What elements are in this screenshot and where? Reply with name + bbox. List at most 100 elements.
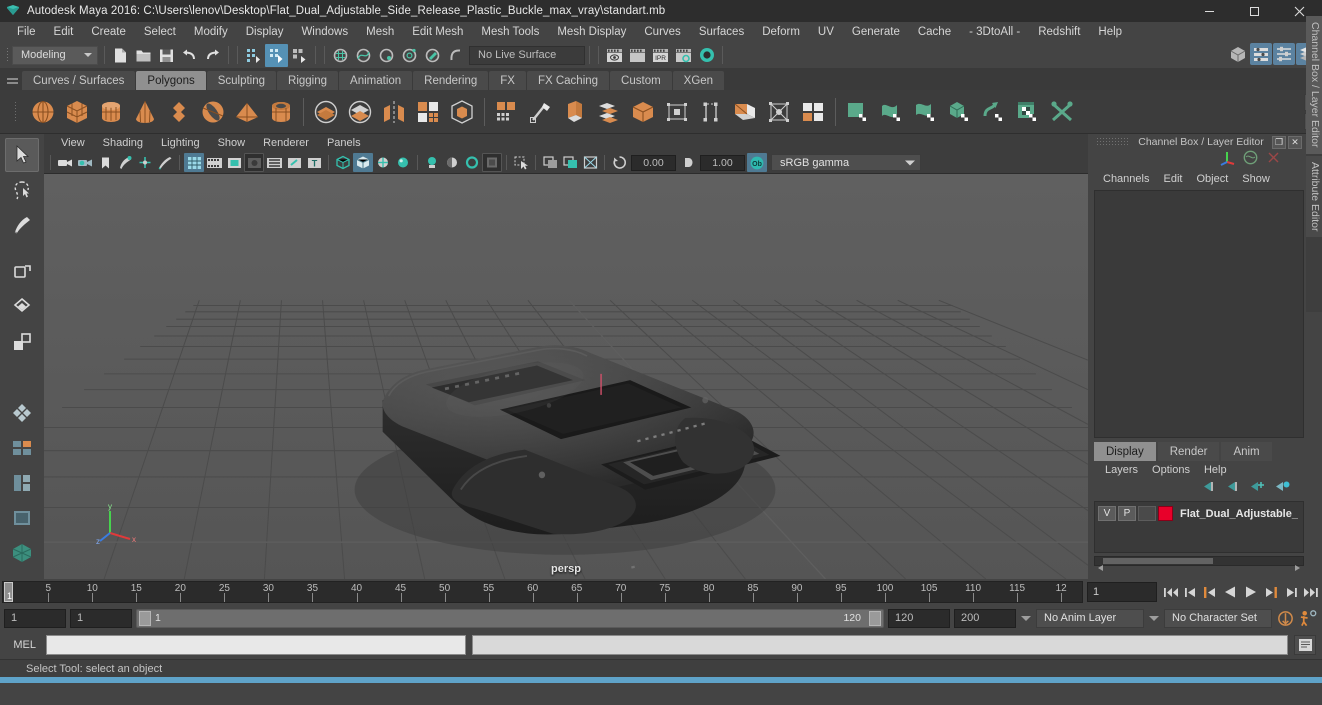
gamma-reset-icon[interactable] xyxy=(678,153,698,172)
planar-mapping-icon[interactable] xyxy=(875,95,909,129)
text-icon[interactable]: T xyxy=(304,153,324,172)
menu-surfaces[interactable]: Surfaces xyxy=(690,22,753,42)
maximize-button[interactable] xyxy=(1232,0,1277,22)
menu-edit[interactable]: Edit xyxy=(45,22,83,42)
polygon-pipe-icon[interactable] xyxy=(264,95,298,129)
select-tool-button[interactable] xyxy=(5,138,39,172)
shelf-tab-curves-surfaces[interactable]: Curves / Surfaces xyxy=(22,71,136,90)
layer-menu-layers[interactable]: Layers xyxy=(1098,464,1145,476)
create-layer-from-selected-icon[interactable] xyxy=(1274,480,1290,498)
uv-transfer-icon[interactable] xyxy=(977,95,1011,129)
select-camera-icon[interactable] xyxy=(55,153,75,172)
step-forward-frame-button[interactable] xyxy=(1261,582,1280,602)
shelf-tab-sculpting[interactable]: Sculpting xyxy=(206,71,277,90)
smooth-icon[interactable] xyxy=(411,95,445,129)
snap-to-projected-center-button[interactable] xyxy=(398,44,421,67)
xray-joints-icon[interactable] xyxy=(560,153,580,172)
isolate-select-icon[interactable] xyxy=(511,153,531,172)
vertical-tab-channel-box[interactable]: Channel Box / Layer Editor xyxy=(1306,16,1322,154)
shelf-icons-grip[interactable] xyxy=(4,90,26,134)
channel-menu-edit[interactable]: Edit xyxy=(1156,173,1189,185)
shelf-tab-fx-caching[interactable]: FX Caching xyxy=(526,71,610,90)
playback-end-field[interactable]: 120 xyxy=(888,608,950,628)
rotate-tool-button[interactable] xyxy=(5,290,39,324)
select-by-hierarchy-button[interactable] xyxy=(242,44,265,67)
shelf-tab-fx[interactable]: FX xyxy=(489,71,526,90)
redo-button[interactable] xyxy=(201,44,224,67)
menu-cache[interactable]: Cache xyxy=(909,22,960,42)
vertical-tab-attribute-editor[interactable]: Attribute Editor xyxy=(1306,155,1322,237)
snap-to-grid-button[interactable] xyxy=(329,44,352,67)
shelf-tab-animation[interactable]: Animation xyxy=(339,71,413,90)
range-end-handle[interactable] xyxy=(869,610,881,626)
polygon-pyramid-icon[interactable] xyxy=(230,95,264,129)
shade-and-wireframe-icon[interactable] xyxy=(373,153,393,172)
merge-icon[interactable] xyxy=(796,95,830,129)
image-plane-icon[interactable] xyxy=(115,153,135,172)
script-editor-button[interactable] xyxy=(1294,635,1316,655)
statusbar-grip[interactable] xyxy=(2,44,12,66)
cylindrical-mapping-icon[interactable] xyxy=(909,95,943,129)
select-by-object-type-button[interactable] xyxy=(265,43,288,67)
menu-3dtoall[interactable]: - 3DtoAll - xyxy=(960,22,1029,42)
combine-icon[interactable] xyxy=(309,95,343,129)
delete-history-icon[interactable] xyxy=(1265,149,1282,171)
play-backwards-button[interactable] xyxy=(1221,582,1240,602)
wireframe-shading-icon[interactable] xyxy=(333,153,353,172)
create-new-layer-icon[interactable] xyxy=(1249,480,1265,498)
time-slider[interactable]: 1 5 10 15 20 25 30 35 40 45 50 55 60 65 70 75 80 85 90 95 1… xyxy=(2,581,1083,603)
undo-button[interactable] xyxy=(178,44,201,67)
color-space-selector[interactable]: sRGB gamma xyxy=(771,154,921,171)
undock-panel-button[interactable]: ❐ xyxy=(1272,135,1286,149)
smooth-shade-all-icon[interactable] xyxy=(353,153,373,172)
close-panel-button[interactable]: ✕ xyxy=(1288,135,1302,149)
camera-attributes-icon[interactable] xyxy=(75,153,95,172)
make-live-button[interactable] xyxy=(444,44,467,67)
hypershade-button[interactable] xyxy=(695,44,718,67)
save-scene-button[interactable] xyxy=(155,44,178,67)
exposure-icon[interactable] xyxy=(284,153,304,172)
viewport-menu-renderer[interactable]: Renderer xyxy=(254,134,318,152)
go-to-start-button[interactable] xyxy=(1161,582,1180,602)
persp-outliner-layout-button[interactable] xyxy=(5,431,39,465)
extrude-icon[interactable] xyxy=(558,95,592,129)
channel-menu-show[interactable]: Show xyxy=(1235,173,1277,185)
sphere-preview-icon[interactable] xyxy=(1242,149,1259,171)
gamma-field[interactable]: 1.00 xyxy=(700,154,745,171)
toggle-modeling-toolkit-button[interactable] xyxy=(1227,43,1249,65)
separate-icon[interactable] xyxy=(343,95,377,129)
insert-edge-loop-icon[interactable] xyxy=(694,95,728,129)
grease-pencil-icon[interactable] xyxy=(155,153,175,172)
automatic-mapping-icon[interactable] xyxy=(943,95,977,129)
polygon-torus-icon[interactable] xyxy=(196,95,230,129)
animation-preferences-button[interactable] xyxy=(1299,608,1318,628)
character-set-field[interactable]: No Character Set xyxy=(1164,608,1272,628)
layer-shading-toggle[interactable] xyxy=(1138,506,1156,521)
mirror-geometry-icon[interactable] xyxy=(377,95,411,129)
boolean-icon[interactable] xyxy=(445,95,479,129)
layer-tab-anim[interactable]: Anim xyxy=(1221,442,1272,461)
channel-menu-channels[interactable]: Channels xyxy=(1096,173,1156,185)
render-settings-button[interactable] xyxy=(672,44,695,67)
offset-edge-loop-icon[interactable] xyxy=(728,95,762,129)
move-layer-up-icon[interactable] xyxy=(1201,480,1216,498)
shelf-tab-custom[interactable]: Custom xyxy=(610,71,672,90)
new-scene-button[interactable] xyxy=(109,44,132,67)
anim-layer-dropdown-arrow[interactable] xyxy=(1020,609,1032,628)
menu-redshift[interactable]: Redshift xyxy=(1029,22,1089,42)
move-tool-button[interactable] xyxy=(5,255,39,289)
command-input[interactable] xyxy=(46,635,466,655)
perspective-viewport[interactable]: y x z persp xyxy=(44,174,1088,579)
anim-layer-field[interactable]: No Anim Layer xyxy=(1036,608,1144,628)
ipr-render-button[interactable]: IPR xyxy=(649,44,672,67)
append-polygon-icon[interactable] xyxy=(660,95,694,129)
paint-select-tool-button[interactable] xyxy=(5,208,39,242)
layer-menu-options[interactable]: Options xyxy=(1145,464,1197,476)
step-back-keyframe-button[interactable] xyxy=(1181,582,1200,602)
snap-to-point-button[interactable] xyxy=(375,44,398,67)
layer-tab-render[interactable]: Render xyxy=(1157,442,1220,461)
persp-graph-layout-button[interactable] xyxy=(5,466,39,500)
textured-icon[interactable] xyxy=(442,153,462,172)
menu-display[interactable]: Display xyxy=(237,22,293,42)
channel-box-content[interactable] xyxy=(1094,190,1304,438)
